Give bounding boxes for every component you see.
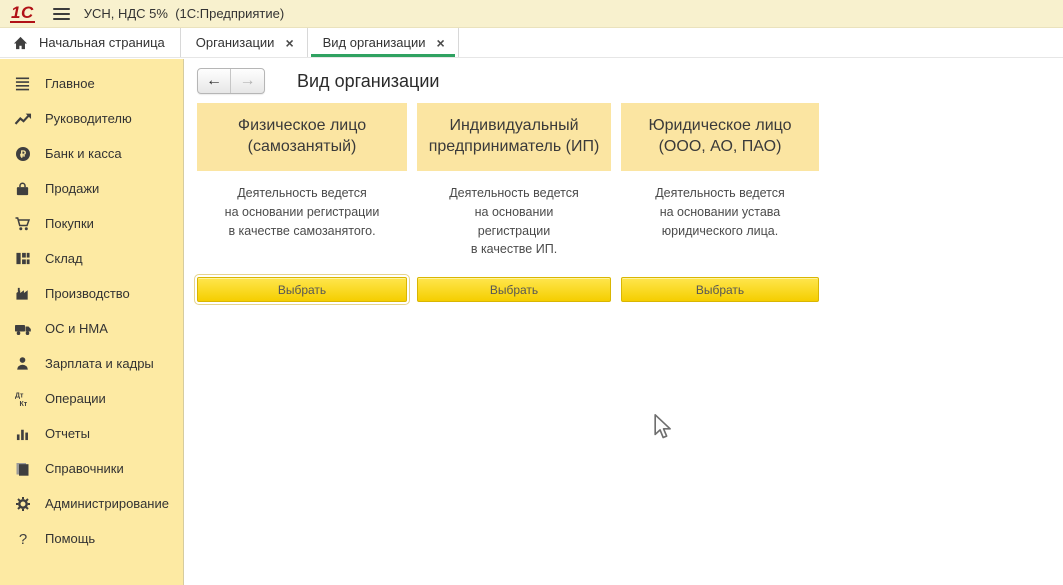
sidebar-item-warehouse[interactable]: Склад bbox=[0, 241, 183, 276]
sidebar-item-operations[interactable]: ДтКт Операции bbox=[0, 381, 183, 416]
tab-bar: Начальная страница Организации × Вид орг… bbox=[0, 28, 1063, 58]
sidebar-item-label: Отчеты bbox=[45, 426, 90, 441]
tab-close-icon[interactable]: × bbox=[437, 36, 445, 50]
forward-button[interactable]: → bbox=[231, 69, 264, 93]
history-nav-group: ← → bbox=[197, 68, 265, 94]
truck-icon bbox=[13, 320, 32, 337]
back-button[interactable]: ← bbox=[198, 69, 231, 93]
sidebar-item-label: Руководителю bbox=[45, 111, 132, 126]
card-individual-entrepreneur: Индивидуальный предприниматель (ИП) Деят… bbox=[417, 103, 611, 302]
sidebar-item-help[interactable]: ? Помощь bbox=[0, 521, 183, 556]
bag-icon bbox=[13, 180, 32, 197]
cart-icon bbox=[13, 215, 32, 232]
navigation-row: ← → Вид организации bbox=[197, 68, 1063, 94]
main-menu-icon[interactable] bbox=[53, 5, 70, 23]
card-description: Деятельность ведется на основании регист… bbox=[197, 171, 407, 277]
organization-kind-cards: Физическое лицо (самозанятый) Деятельнос… bbox=[197, 103, 1063, 302]
tab-organizations[interactable]: Организации × bbox=[181, 28, 308, 57]
person-icon bbox=[13, 355, 32, 372]
sidebar-item-label: Справочники bbox=[45, 461, 124, 476]
question-icon: ? bbox=[13, 530, 32, 547]
factory-icon bbox=[13, 285, 32, 302]
sidebar-item-fixed-assets[interactable]: ОС и НМА bbox=[0, 311, 183, 346]
card-title: Юридическое лицо (ООО, АО, ПАО) bbox=[621, 103, 819, 171]
sidebar-item-label: Администрирование bbox=[45, 496, 169, 511]
sidebar-item-label: Производство bbox=[45, 286, 130, 301]
sidebar-item-label: Главное bbox=[45, 76, 95, 91]
books-icon bbox=[13, 460, 32, 477]
sidebar-item-label: Склад bbox=[45, 251, 83, 266]
card-description: Деятельность ведется на основании устава… bbox=[621, 171, 819, 277]
sidebar-item-label: Банк и касса bbox=[45, 146, 122, 161]
tab-close-icon[interactable]: × bbox=[285, 36, 293, 50]
window-titlebar: 1С УСН, НДС 5% (1С:Предприятие) bbox=[0, 0, 1063, 28]
sidebar-item-directories[interactable]: Справочники bbox=[0, 451, 183, 486]
sidebar-item-salary-hr[interactable]: Зарплата и кадры bbox=[0, 346, 183, 381]
home-icon bbox=[13, 36, 28, 50]
tab-home[interactable]: Начальная страница bbox=[0, 28, 181, 57]
sidebar-item-purchases[interactable]: Покупки bbox=[0, 206, 183, 241]
svg-text:Дт: Дт bbox=[15, 393, 24, 400]
card-individual-self-employed: Физическое лицо (самозанятый) Деятельнос… bbox=[197, 103, 407, 302]
list-icon bbox=[13, 75, 32, 92]
sidebar-item-manager[interactable]: Руководителю bbox=[0, 101, 183, 136]
sidebar-item-label: ОС и НМА bbox=[45, 321, 108, 336]
tab-label: Начальная страница bbox=[39, 35, 165, 50]
sidebar-item-label: Продажи bbox=[45, 181, 99, 196]
warehouse-icon bbox=[13, 250, 32, 267]
svg-text:Кт: Кт bbox=[20, 401, 28, 407]
sidebar-item-main[interactable]: Главное bbox=[0, 66, 183, 101]
bar-chart-icon bbox=[13, 425, 32, 442]
sidebar-item-reports[interactable]: Отчеты bbox=[0, 416, 183, 451]
sidebar-item-sales[interactable]: Продажи bbox=[0, 171, 183, 206]
tab-label: Организации bbox=[196, 35, 275, 50]
sidebar-item-label: Покупки bbox=[45, 216, 94, 231]
sidebar-item-label: Зарплата и кадры bbox=[45, 356, 154, 371]
gear-icon bbox=[13, 495, 32, 512]
svg-text:?: ? bbox=[18, 531, 26, 547]
card-title: Физическое лицо (самозанятый) bbox=[197, 103, 407, 171]
main-content: ← → Вид организации Физическое лицо (сам… bbox=[185, 59, 1063, 585]
card-description: Деятельность ведется на основании регист… bbox=[417, 171, 611, 277]
select-button[interactable]: Выбрать bbox=[621, 277, 819, 302]
1c-logo: 1С bbox=[10, 4, 35, 24]
tab-organization-kind[interactable]: Вид организации × bbox=[308, 28, 459, 57]
select-button[interactable]: Выбрать bbox=[197, 277, 407, 302]
sidebar-item-label: Помощь bbox=[45, 531, 95, 546]
tab-label: Вид организации bbox=[323, 35, 426, 50]
card-title: Индивидуальный предприниматель (ИП) bbox=[417, 103, 611, 171]
debit-credit-icon: ДтКт bbox=[13, 390, 32, 407]
sidebar-item-production[interactable]: Производство bbox=[0, 276, 183, 311]
trend-up-icon bbox=[13, 110, 32, 127]
window-title: УСН, НДС 5% (1С:Предприятие) bbox=[84, 6, 284, 21]
sidebar-item-administration[interactable]: Администрирование bbox=[0, 486, 183, 521]
page-title: Вид организации bbox=[297, 71, 439, 92]
sidebar: Главное Руководителю ₽ Банк и касса Прод… bbox=[0, 59, 184, 585]
ruble-circle-icon: ₽ bbox=[13, 145, 32, 162]
select-button[interactable]: Выбрать bbox=[417, 277, 611, 302]
card-legal-entity: Юридическое лицо (ООО, АО, ПАО) Деятельн… bbox=[621, 103, 819, 302]
sidebar-item-label: Операции bbox=[45, 391, 106, 406]
svg-text:₽: ₽ bbox=[19, 149, 26, 160]
sidebar-item-bank-cash[interactable]: ₽ Банк и касса bbox=[0, 136, 183, 171]
